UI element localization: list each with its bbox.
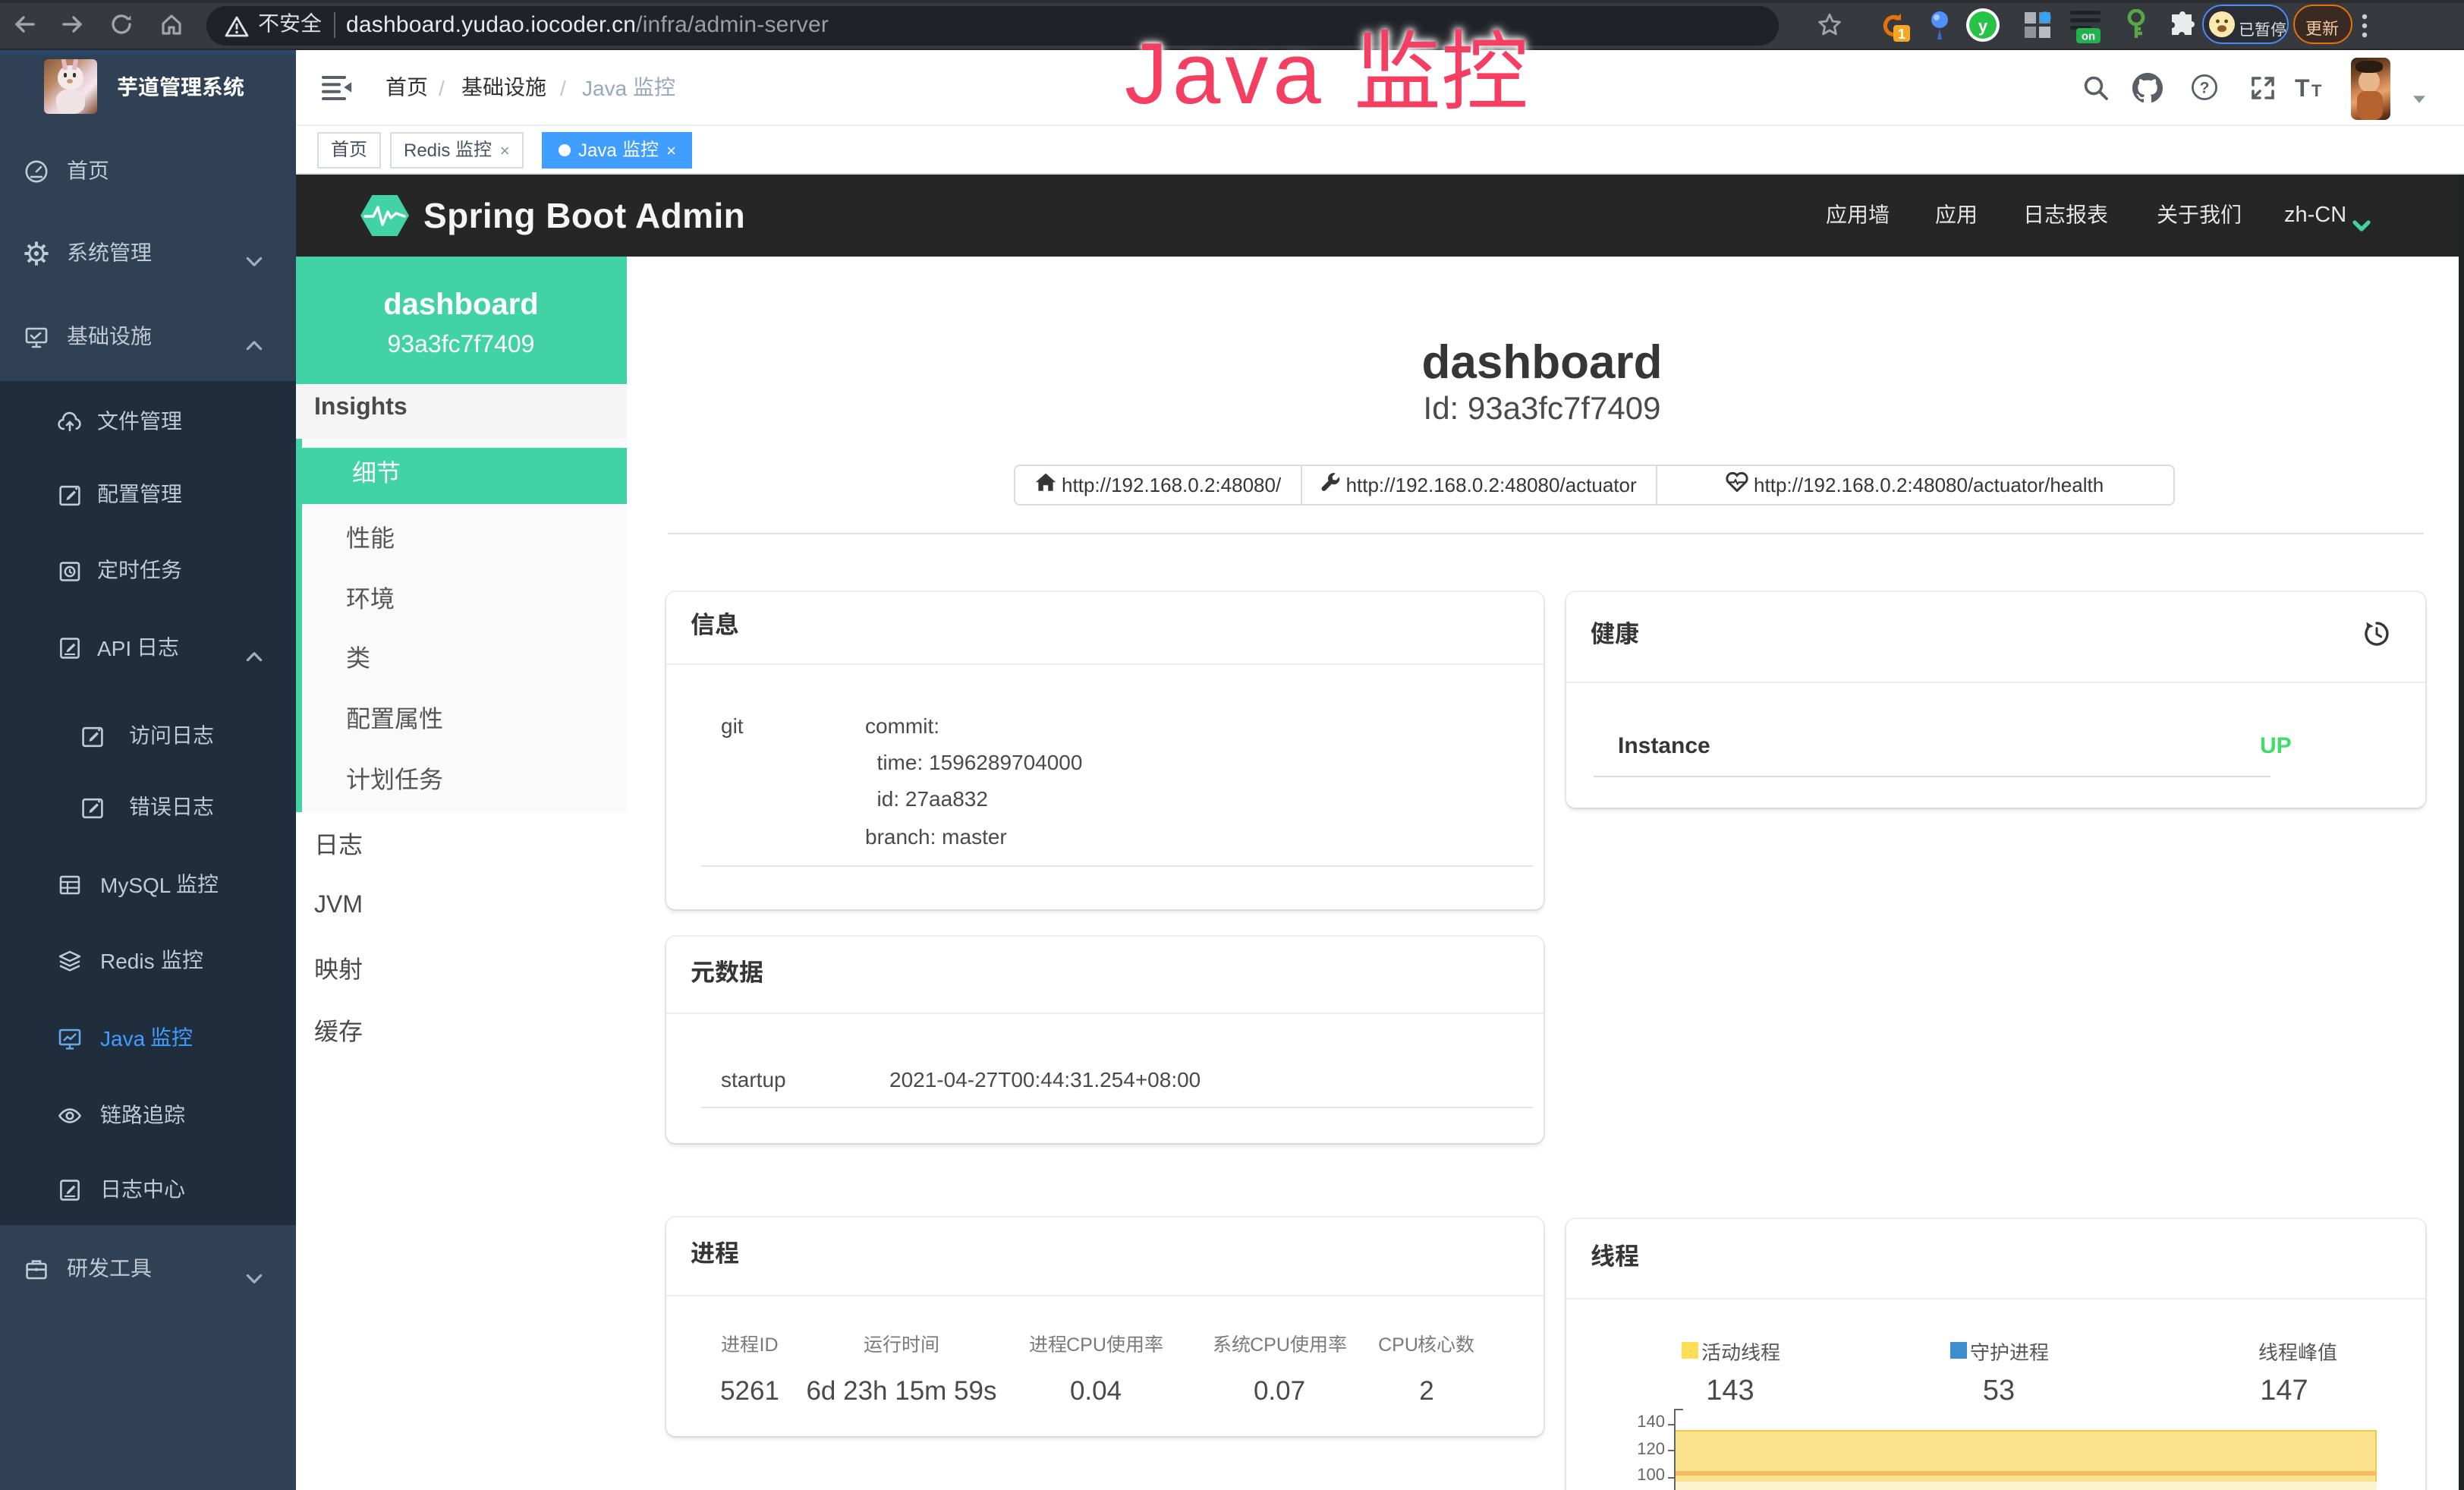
svg-text:on: on xyxy=(2082,30,2095,43)
svg-text:1: 1 xyxy=(1898,27,1905,42)
svg-text:T: T xyxy=(2295,74,2310,102)
svg-text:?: ? xyxy=(2200,79,2210,96)
svg-text:y: y xyxy=(1978,17,1988,36)
svg-text:T: T xyxy=(2311,81,2322,100)
